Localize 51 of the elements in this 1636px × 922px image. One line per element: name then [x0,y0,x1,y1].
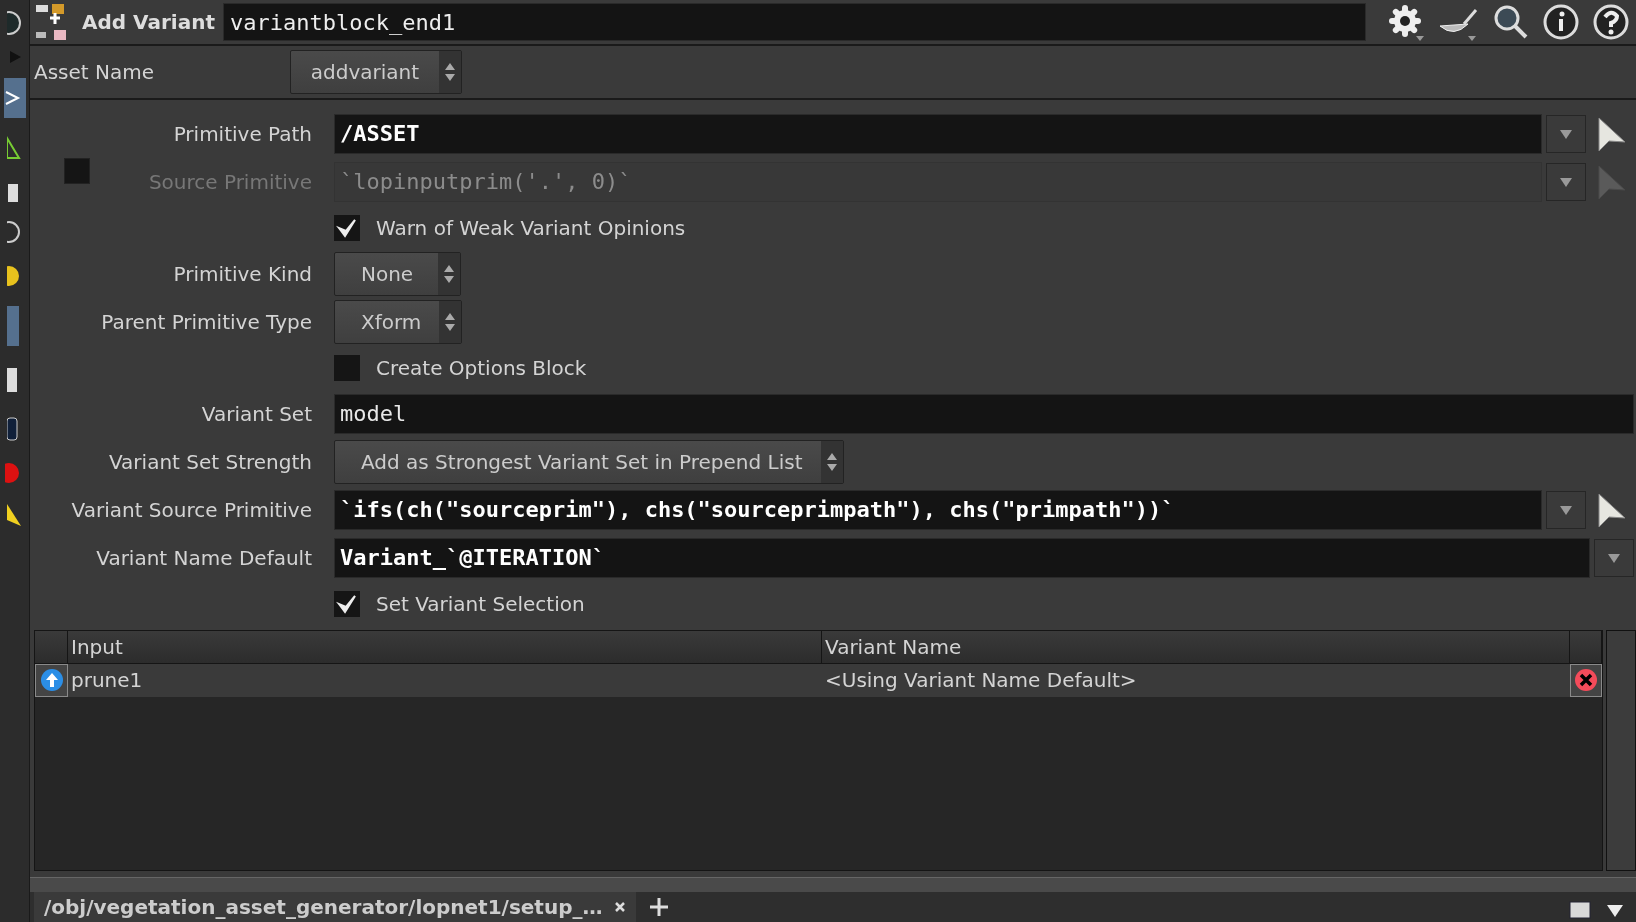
parameter-label: Primitive Kind [173,261,312,286]
parameter-label: Parent Primitive Type [101,309,312,334]
ring-icon[interactable] [6,10,23,36]
search-icon[interactable] [1492,3,1530,41]
menu-button[interactable]: None [334,251,461,296]
checkbox[interactable] [334,590,360,617]
column-header[interactable]: Input [68,630,822,664]
cursor-arrow-icon[interactable] [1597,116,1627,151]
parameter-label: Variant Set Strength [109,449,312,474]
caret-icon [1560,504,1572,515]
node-type-label: Add Variant [82,10,215,34]
menu-button[interactable]: addvariant [290,49,462,94]
text-field[interactable]: `ifs(ch("sourceprim"), chs("sourceprimpath"), chs("primpath"))` [334,489,1542,530]
text-field[interactable]: Variant_`@ITERATION` [334,537,1590,578]
parameter-label: Variant Source Primitive [71,497,312,522]
plus-icon[interactable] [648,896,671,918]
checkbox-label: Warn of Weak Variant Opinions [376,215,686,240]
dropdown-button[interactable] [1546,490,1586,529]
cursor-arrow-icon[interactable] [1597,492,1627,527]
path-tab[interactable]: /obj/vegetation_asset_generator/lopnet1/setup_… [34,892,637,922]
menu-button[interactable]: Add as Strongest Variant Set in Prepend List [334,439,844,484]
help-icon[interactable] [1592,3,1630,41]
parameter-label: Asset Name [34,59,155,84]
vertical-scrollbar[interactable] [1606,629,1636,872]
checkbox-label: Create Options Block [376,355,587,380]
table-cell-text: <Using Variant Name Default> [824,667,1138,695]
text-field[interactable]: model [334,393,1634,434]
gear-icon[interactable] [1386,2,1426,42]
dropdown-button[interactable] [1546,114,1586,153]
checkbox-label: Set Variant Selection [376,591,585,616]
parameter-label: Variant Set [201,401,312,426]
parameter-label: Variant Name Default [96,545,312,570]
table-cell-text: prune1 [70,667,144,695]
caret-icon [1560,176,1572,187]
checkbox[interactable] [334,354,360,381]
arrow-tool-icon[interactable] [3,78,26,118]
delete-icon[interactable] [1574,668,1598,693]
caret-icon [1608,552,1620,563]
close-icon[interactable] [614,901,627,913]
node-name-field[interactable]: variantblock_end1 [222,3,1366,41]
dropdown-button[interactable] [1594,538,1634,577]
caret-icon[interactable] [1606,904,1624,918]
caret-icon [1560,128,1572,139]
parameter-label: Source Primitive [148,169,312,194]
text-field[interactable]: /ASSET [334,113,1542,154]
info-icon[interactable] [1542,3,1580,41]
menu-button[interactable]: Xform [334,299,463,344]
checkbox[interactable] [334,214,360,241]
square-icon[interactable] [1568,898,1592,920]
column-header[interactable]: Variant Name [822,630,1570,664]
parameter-label: Primitive Path [173,121,312,146]
